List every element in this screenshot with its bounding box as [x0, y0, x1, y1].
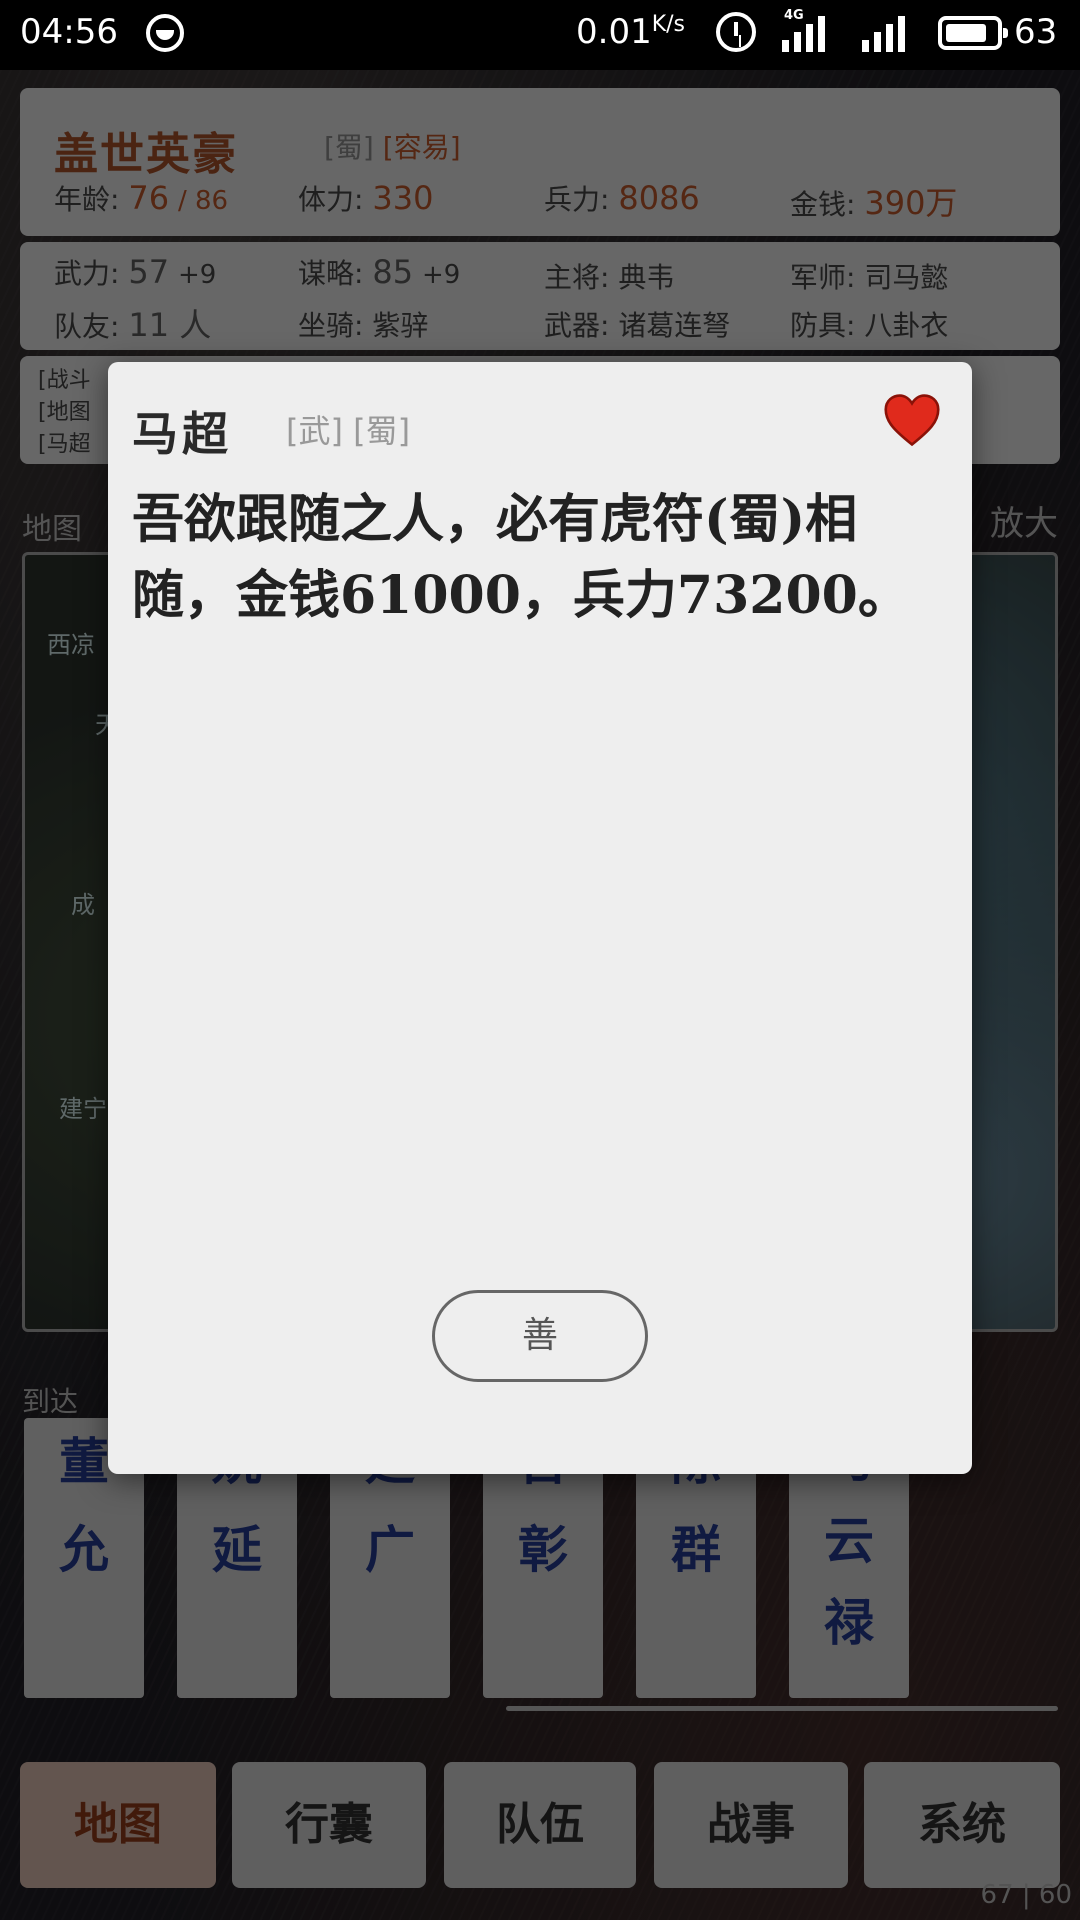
app-notification-icon — [146, 14, 184, 52]
dialog-message: 吾欲跟随之人，必有虎符(蜀)相随，金钱61000，兵力73200。 — [132, 489, 910, 626]
network-speed: 0.01K/s — [576, 12, 685, 52]
network-speed-value: 0.01 — [576, 12, 652, 52]
status-time: 04:56 — [20, 12, 118, 52]
heart-icon[interactable] — [884, 392, 940, 448]
dialog-character-name: 马超 — [132, 407, 232, 461]
battery-level: 63 — [1014, 12, 1058, 52]
signal-4g-icon: 4G — [782, 8, 825, 52]
signal-icon — [862, 16, 905, 52]
network-speed-unit: K/s — [651, 12, 686, 37]
dialog-character-tags: [武] [蜀] — [286, 412, 411, 450]
alarm-icon — [716, 12, 756, 52]
status-bar: 04:56 0.01K/s 4G 63 — [0, 0, 1080, 70]
battery-icon — [938, 16, 1008, 50]
recruit-dialog: 马超 [武] [蜀] 吾欲跟随之人，必有虎符(蜀)相随，金钱61000，兵力73… — [108, 362, 972, 1474]
confirm-button[interactable]: 善 — [432, 1290, 648, 1382]
network-type: 4G — [784, 8, 804, 23]
